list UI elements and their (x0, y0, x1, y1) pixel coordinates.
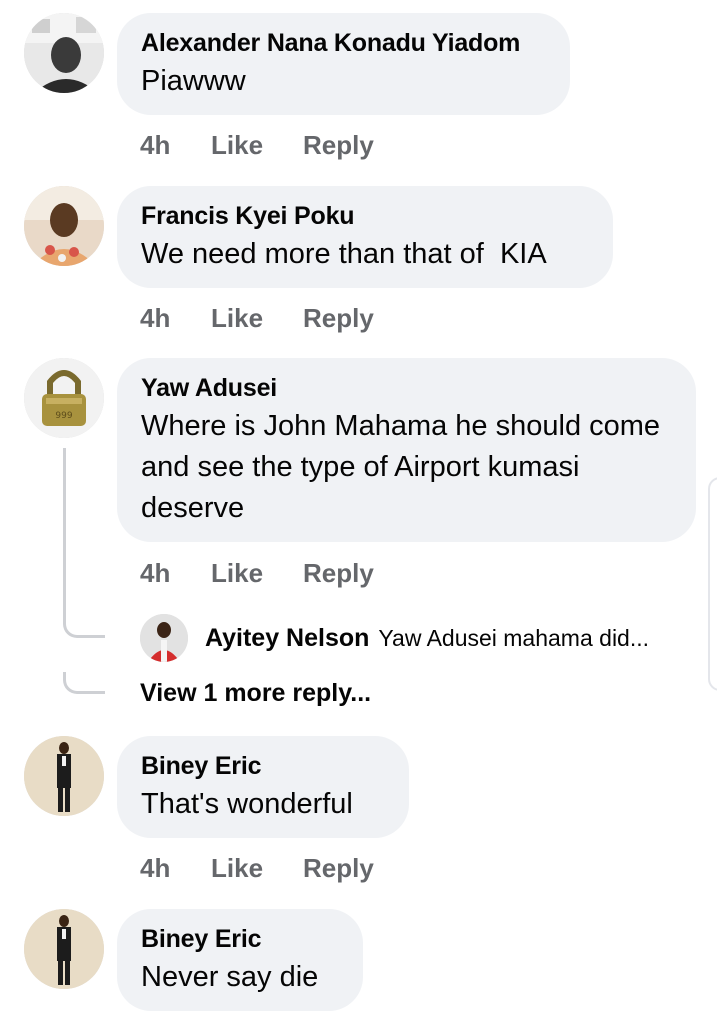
like-button[interactable]: Like (211, 853, 303, 884)
comment-text: We need more than that of KIA (141, 238, 547, 270)
avatar[interactable] (24, 13, 104, 93)
avatar[interactable] (24, 186, 104, 266)
like-button[interactable]: Like (211, 130, 303, 161)
comment-bubble: Biney Eric That's wonderful (117, 736, 409, 838)
commenter-name[interactable]: Francis Kyei Poku (141, 200, 589, 232)
comment-actions: 4h Like Reply (140, 853, 374, 884)
timestamp[interactable]: 4h (140, 130, 211, 161)
comment-bubble: Yaw Adusei Where is John Mahama he shoul… (117, 358, 696, 542)
comment-text: That's wonderful (141, 788, 353, 820)
commenter-name[interactable]: Biney Eric (141, 923, 339, 955)
commenter-name[interactable]: Alexander Nana Konadu Yiadom (141, 27, 546, 59)
like-button[interactable]: Like (211, 558, 303, 589)
timestamp[interactable]: 4h (140, 853, 211, 884)
comment-text: Piawww (141, 65, 246, 97)
svg-text:999: 999 (55, 411, 72, 421)
comment-bubble: Alexander Nana Konadu Yiadom Piawww (117, 13, 570, 115)
comment-bubble: Francis Kyei Poku We need more than that… (117, 186, 613, 288)
reply-button[interactable]: Reply (303, 303, 374, 334)
avatar[interactable] (24, 909, 104, 989)
comment-bubble: Biney Eric Never say die (117, 909, 363, 1011)
comment-actions: 4h Like Reply (140, 130, 374, 161)
avatar[interactable] (24, 736, 104, 816)
reply-button[interactable]: Reply (303, 130, 374, 161)
avatar[interactable] (140, 614, 188, 662)
comment-actions: 4h Like Reply (140, 303, 374, 334)
comment-text: Where is John Mahama he should come and … (141, 410, 661, 524)
like-button[interactable]: Like (211, 303, 303, 334)
reply-button[interactable]: Reply (303, 558, 374, 589)
thread-line (63, 448, 66, 618)
comment-actions: 4h Like Reply (140, 558, 374, 589)
view-more-replies-link[interactable]: View 1 more reply... (140, 679, 371, 708)
commenter-name[interactable]: Biney Eric (141, 750, 385, 782)
thread-connector (63, 672, 105, 694)
timestamp[interactable]: 4h (140, 303, 211, 334)
reply-button[interactable]: Reply (303, 853, 374, 884)
comment-text: Never say die (141, 961, 319, 993)
side-panel-edge (708, 477, 717, 691)
reply-preview[interactable]: Ayitey Nelson Yaw Adusei mahama did... (140, 614, 649, 662)
reply-snippet[interactable]: Yaw Adusei mahama did... (378, 625, 649, 652)
commenter-name[interactable]: Yaw Adusei (141, 372, 672, 404)
reply-author-name[interactable]: Ayitey Nelson (205, 624, 369, 653)
timestamp[interactable]: 4h (140, 558, 211, 589)
avatar[interactable]: 999 (24, 358, 104, 438)
thread-connector (63, 616, 105, 638)
